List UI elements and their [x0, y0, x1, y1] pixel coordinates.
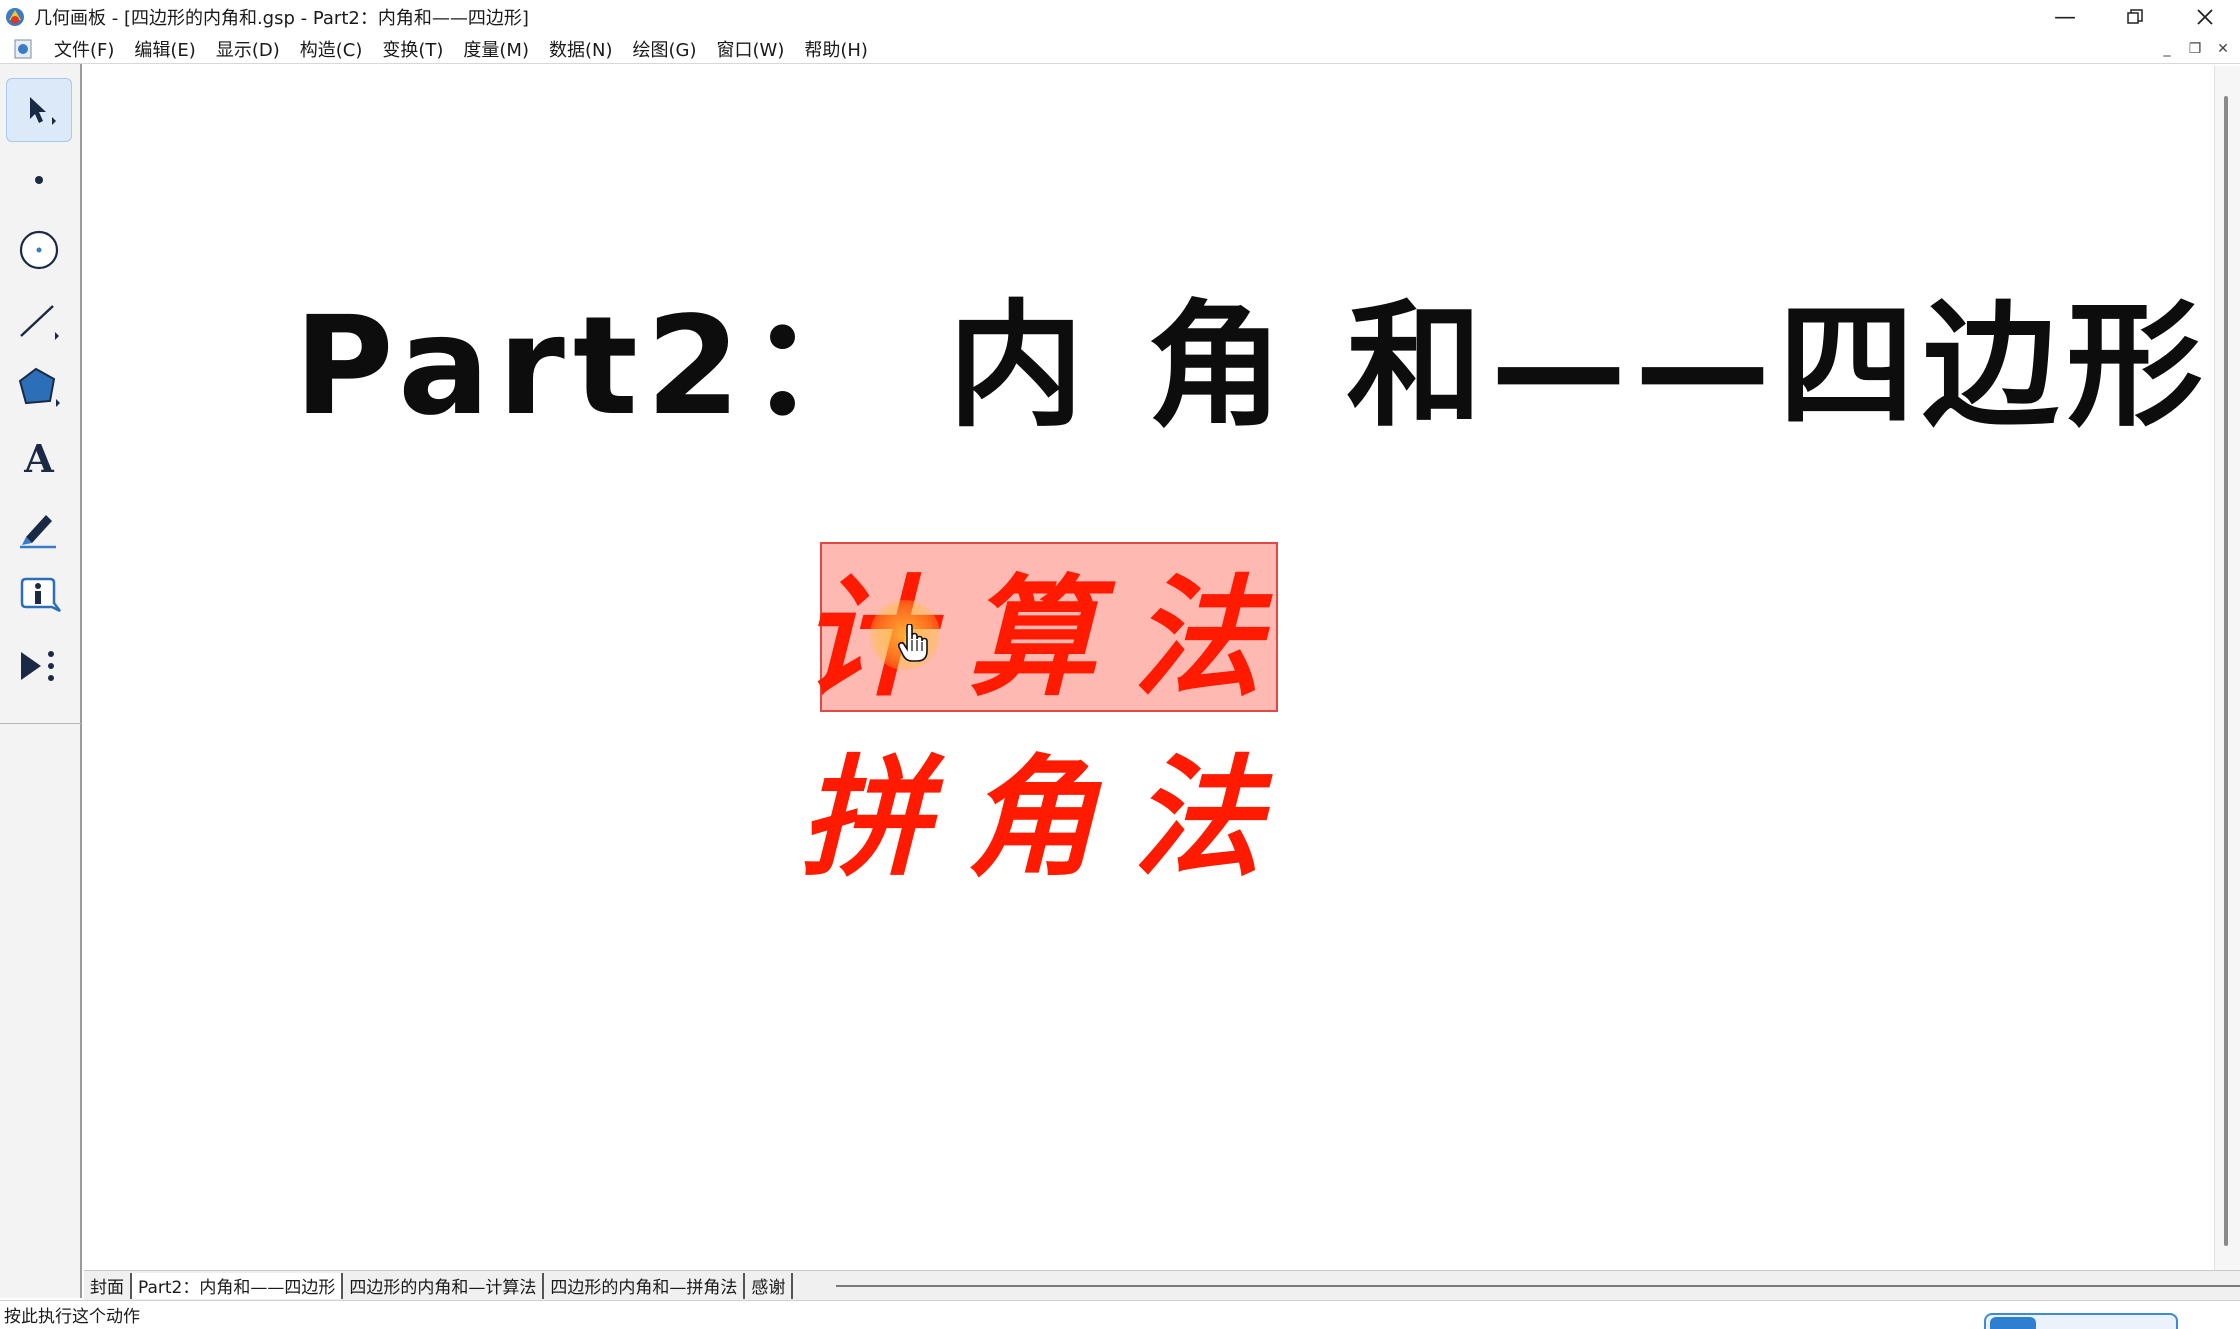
- polygon-tool[interactable]: [6, 356, 72, 420]
- page-tab-cover[interactable]: 封面: [84, 1272, 132, 1299]
- status-text: 按此执行这个动作: [4, 1307, 140, 1327]
- pen-icon: [20, 515, 56, 549]
- doc-close-button[interactable]: ✕: [2212, 39, 2234, 59]
- app-icon: [6, 8, 24, 26]
- page-tab-splice[interactable]: 四边形的内角和—拼角法: [544, 1272, 746, 1299]
- menu-measure[interactable]: 度量(M): [453, 34, 539, 64]
- horizontal-scrollbar[interactable]: [836, 1285, 2240, 1287]
- play-icon: [21, 651, 54, 681]
- menu-file[interactable]: 文件(F): [44, 34, 124, 64]
- point-tool[interactable]: [6, 148, 72, 212]
- page-tab-thanks[interactable]: 感谢: [745, 1272, 794, 1299]
- close-icon: [2197, 9, 2213, 25]
- document-icon[interactable]: [12, 38, 34, 60]
- custom-tool[interactable]: [6, 634, 72, 698]
- menu-window[interactable]: 窗口(W): [707, 34, 795, 64]
- segment-icon: [20, 305, 59, 340]
- calculation-method-button[interactable]: 计算法: [800, 542, 1278, 714]
- circle-icon: [19, 230, 59, 270]
- information-tool[interactable]: [6, 566, 72, 630]
- menu-display[interactable]: 显示(D): [206, 34, 290, 64]
- sketch-canvas[interactable]: Part2： 内 角 和——四边形 计算法 拼角法: [84, 66, 2214, 1270]
- window-controls: —: [2030, 0, 2240, 34]
- text-tool[interactable]: A: [6, 426, 72, 490]
- title-bar: 几何画板 - [四边形的内角和.gsp - Part2：内角和——四边形] —: [0, 0, 2240, 34]
- pentagon-icon: [18, 367, 60, 407]
- vertical-scrollbar[interactable]: [2214, 66, 2240, 1270]
- toolbox: A: [0, 64, 82, 1298]
- svg-text:A: A: [23, 436, 54, 481]
- compass-tool[interactable]: [6, 218, 72, 282]
- minimize-button[interactable]: —: [2030, 0, 2100, 34]
- selection-arrow-tool[interactable]: [6, 78, 72, 142]
- document-window-controls: _ ❐ ✕: [2156, 34, 2234, 64]
- arrow-icon: [30, 97, 56, 125]
- menu-graph[interactable]: 绘图(G): [623, 34, 707, 64]
- marker-tool[interactable]: [6, 496, 72, 560]
- straightedge-tool[interactable]: [6, 288, 72, 352]
- restore-button[interactable]: [2100, 0, 2170, 34]
- page-tabs: 封面 Part2：内角和——四边形 四边形的内角和—计算法 四边形的内角和—拼角…: [84, 1270, 2240, 1300]
- doc-minimize-button[interactable]: _: [2156, 39, 2178, 59]
- page-title: Part2： 内 角 和——四边形: [294, 288, 2211, 446]
- toolbox-column: A: [0, 64, 82, 724]
- info-icon: [20, 577, 61, 613]
- angle-splice-method-button[interactable]: 拼角法: [800, 722, 1278, 894]
- close-button[interactable]: [2170, 0, 2240, 34]
- text-A-icon: A: [23, 436, 54, 481]
- vertical-scrollbar-thumb[interactable]: [2224, 96, 2228, 1246]
- menu-construct[interactable]: 构造(C): [290, 34, 373, 64]
- status-bar: 按此执行这个动作: [0, 1300, 2240, 1329]
- restore-icon: [2127, 9, 2143, 24]
- menu-transform[interactable]: 变换(T): [372, 34, 453, 64]
- status-indicator-fill: [1990, 1317, 2036, 1329]
- doc-restore-button[interactable]: ❐: [2184, 39, 2206, 59]
- menu-bar: 文件(F) 编辑(E) 显示(D) 构造(C) 变换(T) 度量(M) 数据(N…: [0, 34, 2240, 64]
- menu-edit[interactable]: 编辑(E): [124, 34, 205, 64]
- point-icon: [35, 176, 43, 184]
- menu-help[interactable]: 帮助(H): [794, 34, 878, 64]
- page-tab-part2[interactable]: Part2：内角和——四边形: [132, 1272, 344, 1299]
- menu-data[interactable]: 数据(N): [539, 34, 623, 64]
- status-indicator: [1984, 1313, 2178, 1329]
- page-tab-calculation[interactable]: 四边形的内角和—计算法: [343, 1272, 545, 1299]
- window-title: 几何画板 - [四边形的内角和.gsp - Part2：内角和——四边形]: [34, 8, 529, 29]
